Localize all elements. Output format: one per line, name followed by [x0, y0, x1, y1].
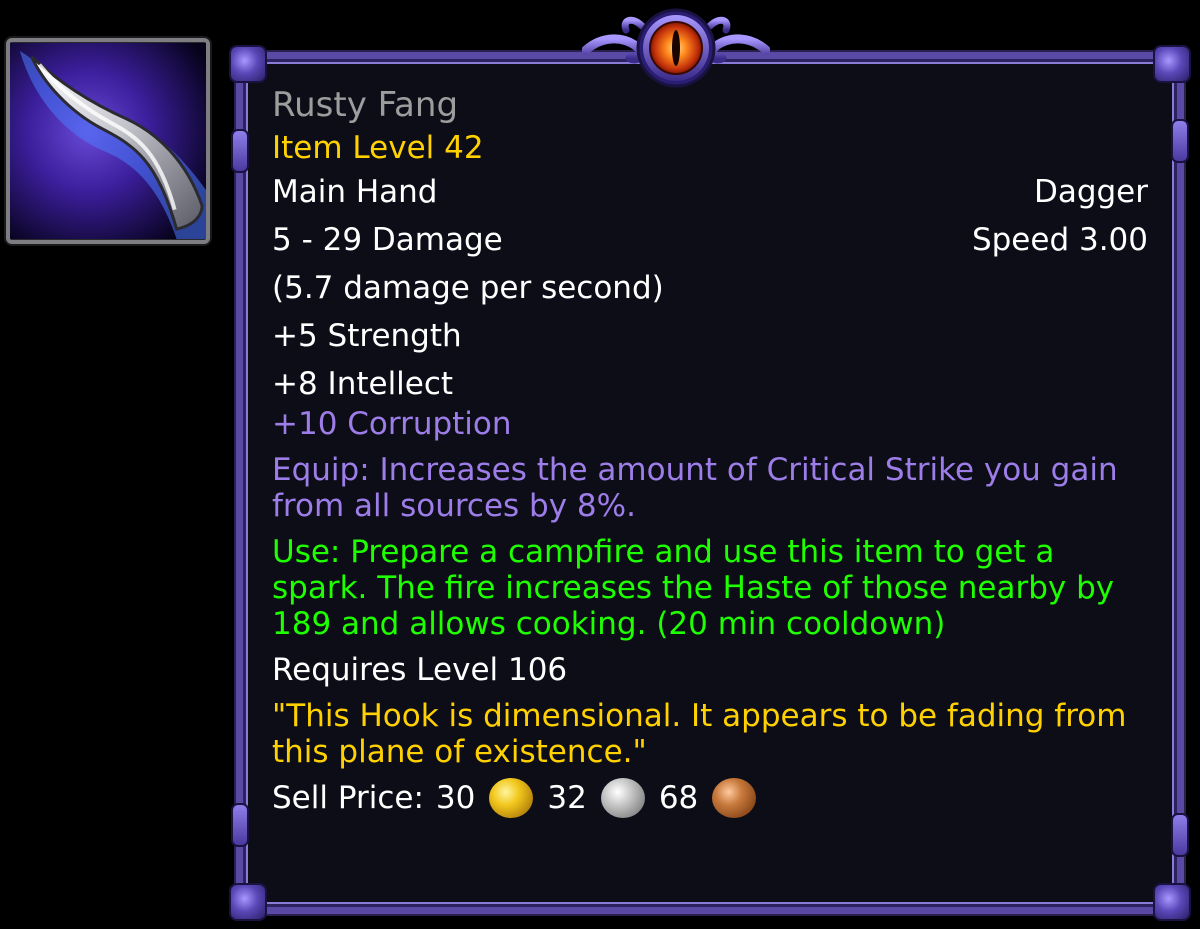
frame-bead-ornament	[231, 803, 249, 847]
frame-corner-ornament	[1153, 45, 1191, 83]
required-level: Requires Level 106	[272, 652, 568, 688]
stat-line: +5 Strength	[272, 318, 462, 354]
frame-bead-ornament	[1171, 813, 1189, 857]
frame-bead-ornament	[231, 129, 249, 173]
item-speed: Speed 3.00	[971, 222, 1148, 258]
copper-amount: 68	[658, 780, 699, 816]
silver-coin-icon	[600, 778, 645, 818]
silver-amount: 32	[547, 780, 587, 816]
flavor-text: "This Hook is dimensional. It appears to…	[272, 698, 1127, 770]
item-name: Rusty Fang	[272, 85, 459, 125]
dagger-icon	[10, 43, 206, 240]
slot-row: Main Hand Dagger	[272, 172, 1148, 212]
damage-row: 5 - 29 Damage Speed 3.00	[272, 220, 1148, 260]
frame-corner-ornament	[229, 883, 267, 921]
frame-bead-ornament	[1171, 119, 1189, 163]
tooltip-content: Rusty Fang Item Level 42 Main Hand Dagge…	[272, 82, 1148, 818]
item-type: Dagger	[1033, 174, 1148, 210]
item-slot: Main Hand	[272, 174, 438, 210]
corruption-line: +10 Corruption	[272, 406, 512, 442]
gold-coin-icon	[489, 778, 534, 818]
item-level: Item Level 42	[272, 130, 484, 166]
sell-price-label: Sell Price:	[272, 780, 424, 816]
item-dps: (5.7 damage per second)	[272, 270, 664, 306]
frame-corner-ornament	[229, 45, 267, 83]
copper-coin-icon	[712, 778, 757, 818]
item-damage: 5 - 29 Damage	[272, 222, 503, 258]
gold-amount: 30	[435, 780, 476, 816]
eye-ornament-icon	[582, 8, 770, 88]
stat-line: +8 Intellect	[272, 366, 454, 402]
sell-price: Sell Price: 30 32 68	[272, 778, 1148, 818]
frame-corner-ornament	[1153, 883, 1191, 921]
equip-effect: Equip: Increases the amount of Critical …	[272, 452, 1118, 524]
use-effect: Use: Prepare a campfire and use this ite…	[272, 534, 1115, 642]
item-icon-frame[interactable]	[6, 38, 210, 244]
